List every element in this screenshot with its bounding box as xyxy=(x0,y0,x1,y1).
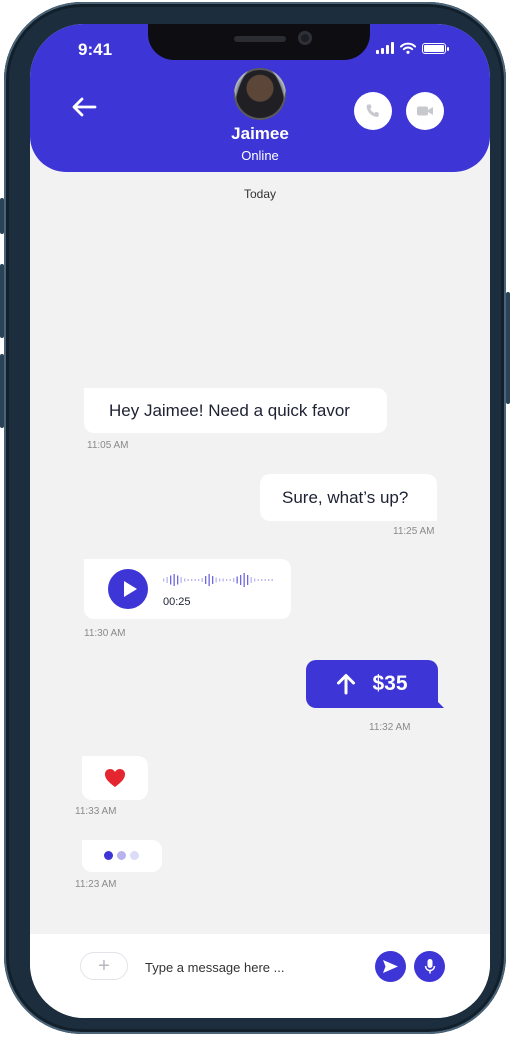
microphone-icon xyxy=(424,959,435,974)
typing-dot xyxy=(117,851,126,860)
device-notch xyxy=(148,24,370,60)
arrow-left-icon[interactable] xyxy=(70,96,98,118)
voice-duration: 00:25 xyxy=(163,596,191,608)
video-call-button[interactable] xyxy=(406,92,444,130)
typing-indicator-bubble xyxy=(82,840,162,872)
contact-avatar[interactable] xyxy=(234,68,286,120)
message-time: 11:32 AM xyxy=(369,722,411,733)
message-bubble-incoming[interactable]: Hey Jaimee! Need a quick favor xyxy=(84,388,387,433)
battery-icon xyxy=(422,43,449,54)
screen: 9:41 Jaimee Online Today Hey Jaimee! Nee… xyxy=(30,24,490,1018)
voice-record-button[interactable] xyxy=(414,951,445,982)
cellular-signal-icon xyxy=(376,42,394,54)
message-composer: + xyxy=(30,934,490,1018)
payment-bubble[interactable]: $35 xyxy=(306,660,444,708)
arrow-up-icon xyxy=(337,674,356,695)
send-button[interactable] xyxy=(375,951,406,982)
message-input[interactable] xyxy=(145,956,345,978)
voice-call-button[interactable] xyxy=(354,92,392,130)
video-camera-icon xyxy=(417,106,433,116)
message-time: 11:30 AM xyxy=(84,628,126,639)
volume-down-button xyxy=(0,354,4,428)
message-text: Sure, what’s up? xyxy=(282,487,409,507)
contact-status: Online xyxy=(241,148,279,163)
mute-switch xyxy=(0,198,4,234)
payment-amount: $35 xyxy=(372,672,408,695)
message-time: 11:25 AM xyxy=(393,526,435,537)
phone-icon xyxy=(366,104,379,117)
send-icon xyxy=(383,960,398,973)
message-bubble-outgoing[interactable]: Sure, what’s up? xyxy=(260,474,437,521)
status-time: 9:41 xyxy=(78,40,113,59)
message-text: Hey Jaimee! Need a quick favor xyxy=(109,400,350,420)
audio-waveform-icon xyxy=(163,573,273,587)
play-button[interactable] xyxy=(108,569,148,609)
emoji-message-bubble[interactable] xyxy=(82,756,148,800)
message-time: 11:23 AM xyxy=(75,879,117,890)
volume-up-button xyxy=(0,264,4,338)
phone-frame: 9:41 Jaimee Online Today Hey Jaimee! Nee… xyxy=(0,2,510,1034)
message-time: 11:05 AM xyxy=(87,440,129,451)
date-divider: Today xyxy=(243,187,277,201)
heart-icon xyxy=(105,769,125,787)
typing-dot xyxy=(104,851,113,860)
add-attachment-button[interactable]: + xyxy=(80,952,128,980)
power-button xyxy=(506,292,510,404)
typing-dot xyxy=(130,851,139,860)
wifi-icon xyxy=(400,42,416,54)
status-icons xyxy=(376,42,449,54)
voice-message-bubble[interactable]: 00:25 xyxy=(84,559,291,619)
message-time: 11:33 AM xyxy=(75,806,117,817)
